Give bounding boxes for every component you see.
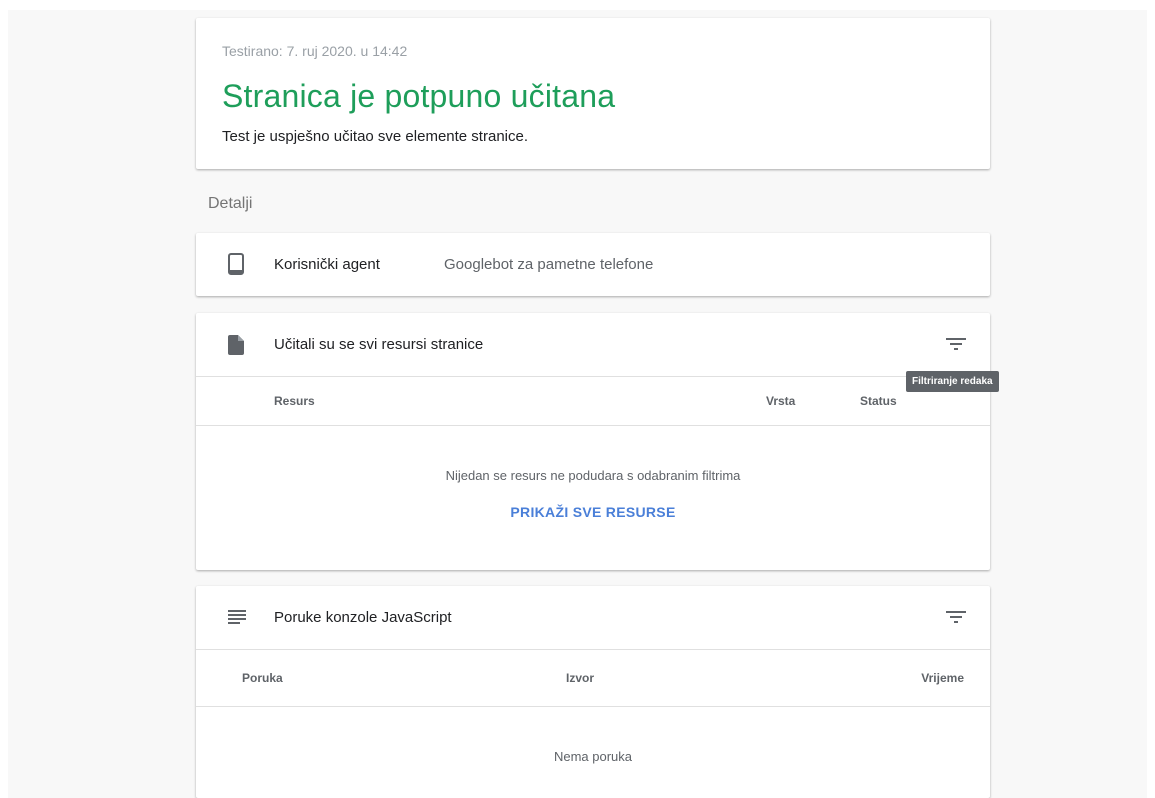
column-header-message[interactable]: Poruka [242, 671, 283, 685]
resources-table-header: Resurs Vrsta Status [196, 377, 990, 426]
filter-tooltip: Filtriranje redaka [906, 371, 999, 392]
console-empty-message: Nema poruka [553, 749, 633, 764]
show-all-resources-button[interactable]: PRIKAŽI SVE RESURSE [196, 504, 990, 520]
console-filter-button[interactable] [944, 607, 968, 627]
tested-timestamp: Testirano: 7. ruj 2020. u 14:42 [222, 43, 408, 59]
resources-header: Učitali su se svi resursi stranice [196, 313, 990, 377]
console-table-header: Poruka Izvor Vrijeme [196, 650, 990, 707]
column-header-source[interactable]: Izvor [566, 671, 594, 685]
test-summary-card: Testirano: 7. ruj 2020. u 14:42 Stranica… [196, 18, 990, 169]
user-agent-label: Korisnički agent [274, 256, 380, 273]
resources-empty-message: Nijedan se resurs ne podudara s odabrani… [445, 468, 741, 483]
user-agent-card: Korisnički agent Googlebot za pametne te… [196, 233, 990, 296]
filter-icon [946, 338, 966, 350]
column-header-resource[interactable]: Resurs [274, 394, 315, 408]
page-status-description: Test je uspješno učitao sve elemente str… [222, 128, 528, 145]
page-status-headline: Stranica je potpuno učitana [222, 78, 616, 114]
resources-filter-button[interactable] [944, 334, 968, 354]
column-header-time[interactable]: Vrijeme [921, 671, 964, 685]
console-title: Poruke konzole JavaScript [274, 609, 452, 626]
javascript-console-card: Poruke konzole JavaScript Poruka Izvor V… [196, 586, 990, 798]
smartphone-icon [228, 253, 244, 280]
document-icon [228, 335, 244, 360]
details-section-title: Detalji [208, 195, 253, 212]
console-header: Poruke konzole JavaScript [196, 586, 990, 650]
user-agent-value: Googlebot za pametne telefone [444, 256, 654, 273]
page-resources-card: Učitali su se svi resursi stranice Resur… [196, 313, 990, 570]
resources-title: Učitali su se svi resursi stranice [274, 336, 484, 353]
filter-icon [946, 611, 966, 623]
column-header-type[interactable]: Vrsta [766, 394, 795, 408]
notes-icon [228, 608, 246, 629]
column-header-status[interactable]: Status [860, 394, 897, 408]
